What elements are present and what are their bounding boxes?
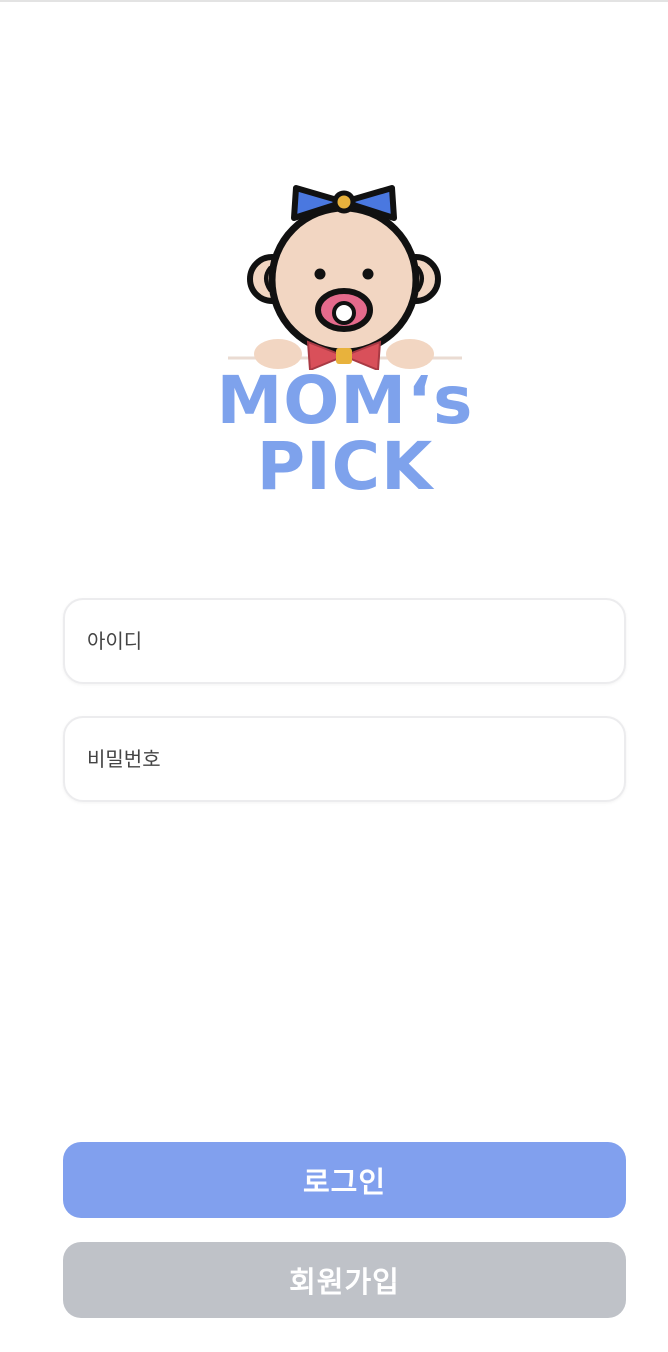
id-input[interactable]	[87, 600, 624, 682]
app-logo: MOM‘s PICK	[150, 180, 540, 500]
password-input[interactable]	[87, 718, 624, 800]
id-field[interactable]	[63, 598, 626, 684]
password-field[interactable]	[63, 716, 626, 802]
signup-button[interactable]: 회원가입	[63, 1242, 626, 1318]
login-button[interactable]: 로그인	[63, 1142, 626, 1218]
app-logo-text: MOM‘s PICK	[216, 362, 474, 505]
top-border	[0, 0, 668, 2]
baby-with-pacifier-and-bow-icon	[228, 185, 462, 370]
